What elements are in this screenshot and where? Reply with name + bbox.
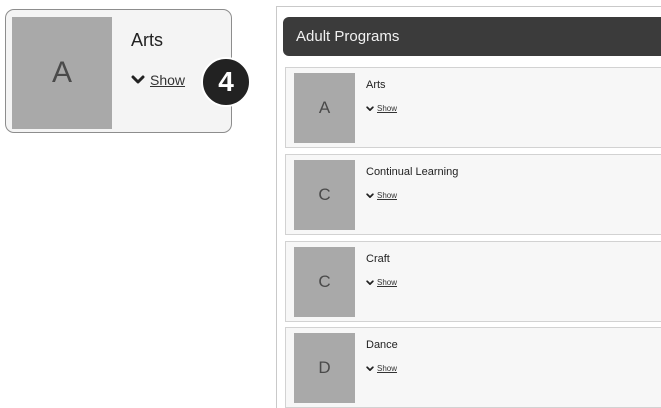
step-number-badge: 4 (201, 57, 251, 107)
chevron-down-icon (366, 192, 374, 198)
program-letter-tile: A (12, 17, 112, 129)
program-row: C Craft Show (285, 241, 661, 322)
panel-title: Adult Programs (296, 28, 400, 45)
show-link[interactable]: Show (377, 278, 397, 287)
show-link[interactable]: Show (150, 72, 185, 88)
show-link[interactable]: Show (377, 364, 397, 373)
show-toggle[interactable]: Show (366, 191, 397, 200)
zoomed-program-card: A Arts Show (5, 9, 232, 133)
tile-letter: D (318, 358, 331, 377)
chevron-down-icon (131, 75, 145, 84)
program-title: Arts (131, 30, 164, 50)
show-toggle[interactable]: Show (366, 364, 397, 373)
program-letter-tile: C (294, 247, 355, 317)
program-row: C Continual Learning Show (285, 154, 661, 235)
tile-letter: A (51, 56, 72, 89)
program-row: A Arts Show (285, 67, 661, 148)
chevron-down-icon (366, 105, 374, 111)
tile-letter: C (318, 185, 331, 204)
show-toggle[interactable]: Show (366, 278, 397, 287)
chevron-down-icon (366, 365, 374, 371)
program-row: D Dance Show (285, 327, 661, 408)
program-name: Craft (366, 253, 390, 265)
program-letter-tile: D (294, 333, 355, 403)
show-toggle[interactable]: Show (131, 72, 185, 88)
program-letter-tile: C (294, 160, 355, 230)
chevron-down-icon (366, 279, 374, 285)
tile-letter: C (318, 272, 331, 291)
panel-header: Adult Programs (283, 17, 661, 56)
tile-letter: A (318, 98, 331, 117)
program-letter-tile: A (294, 73, 355, 143)
program-name: Arts (366, 79, 386, 91)
program-name: Dance (366, 339, 398, 351)
show-link[interactable]: Show (377, 191, 397, 200)
show-link[interactable]: Show (377, 104, 397, 113)
adult-programs-panel: Adult Programs A Arts Show C Continual L… (276, 6, 661, 408)
show-toggle[interactable]: Show (366, 104, 397, 113)
program-name: Continual Learning (366, 166, 459, 178)
